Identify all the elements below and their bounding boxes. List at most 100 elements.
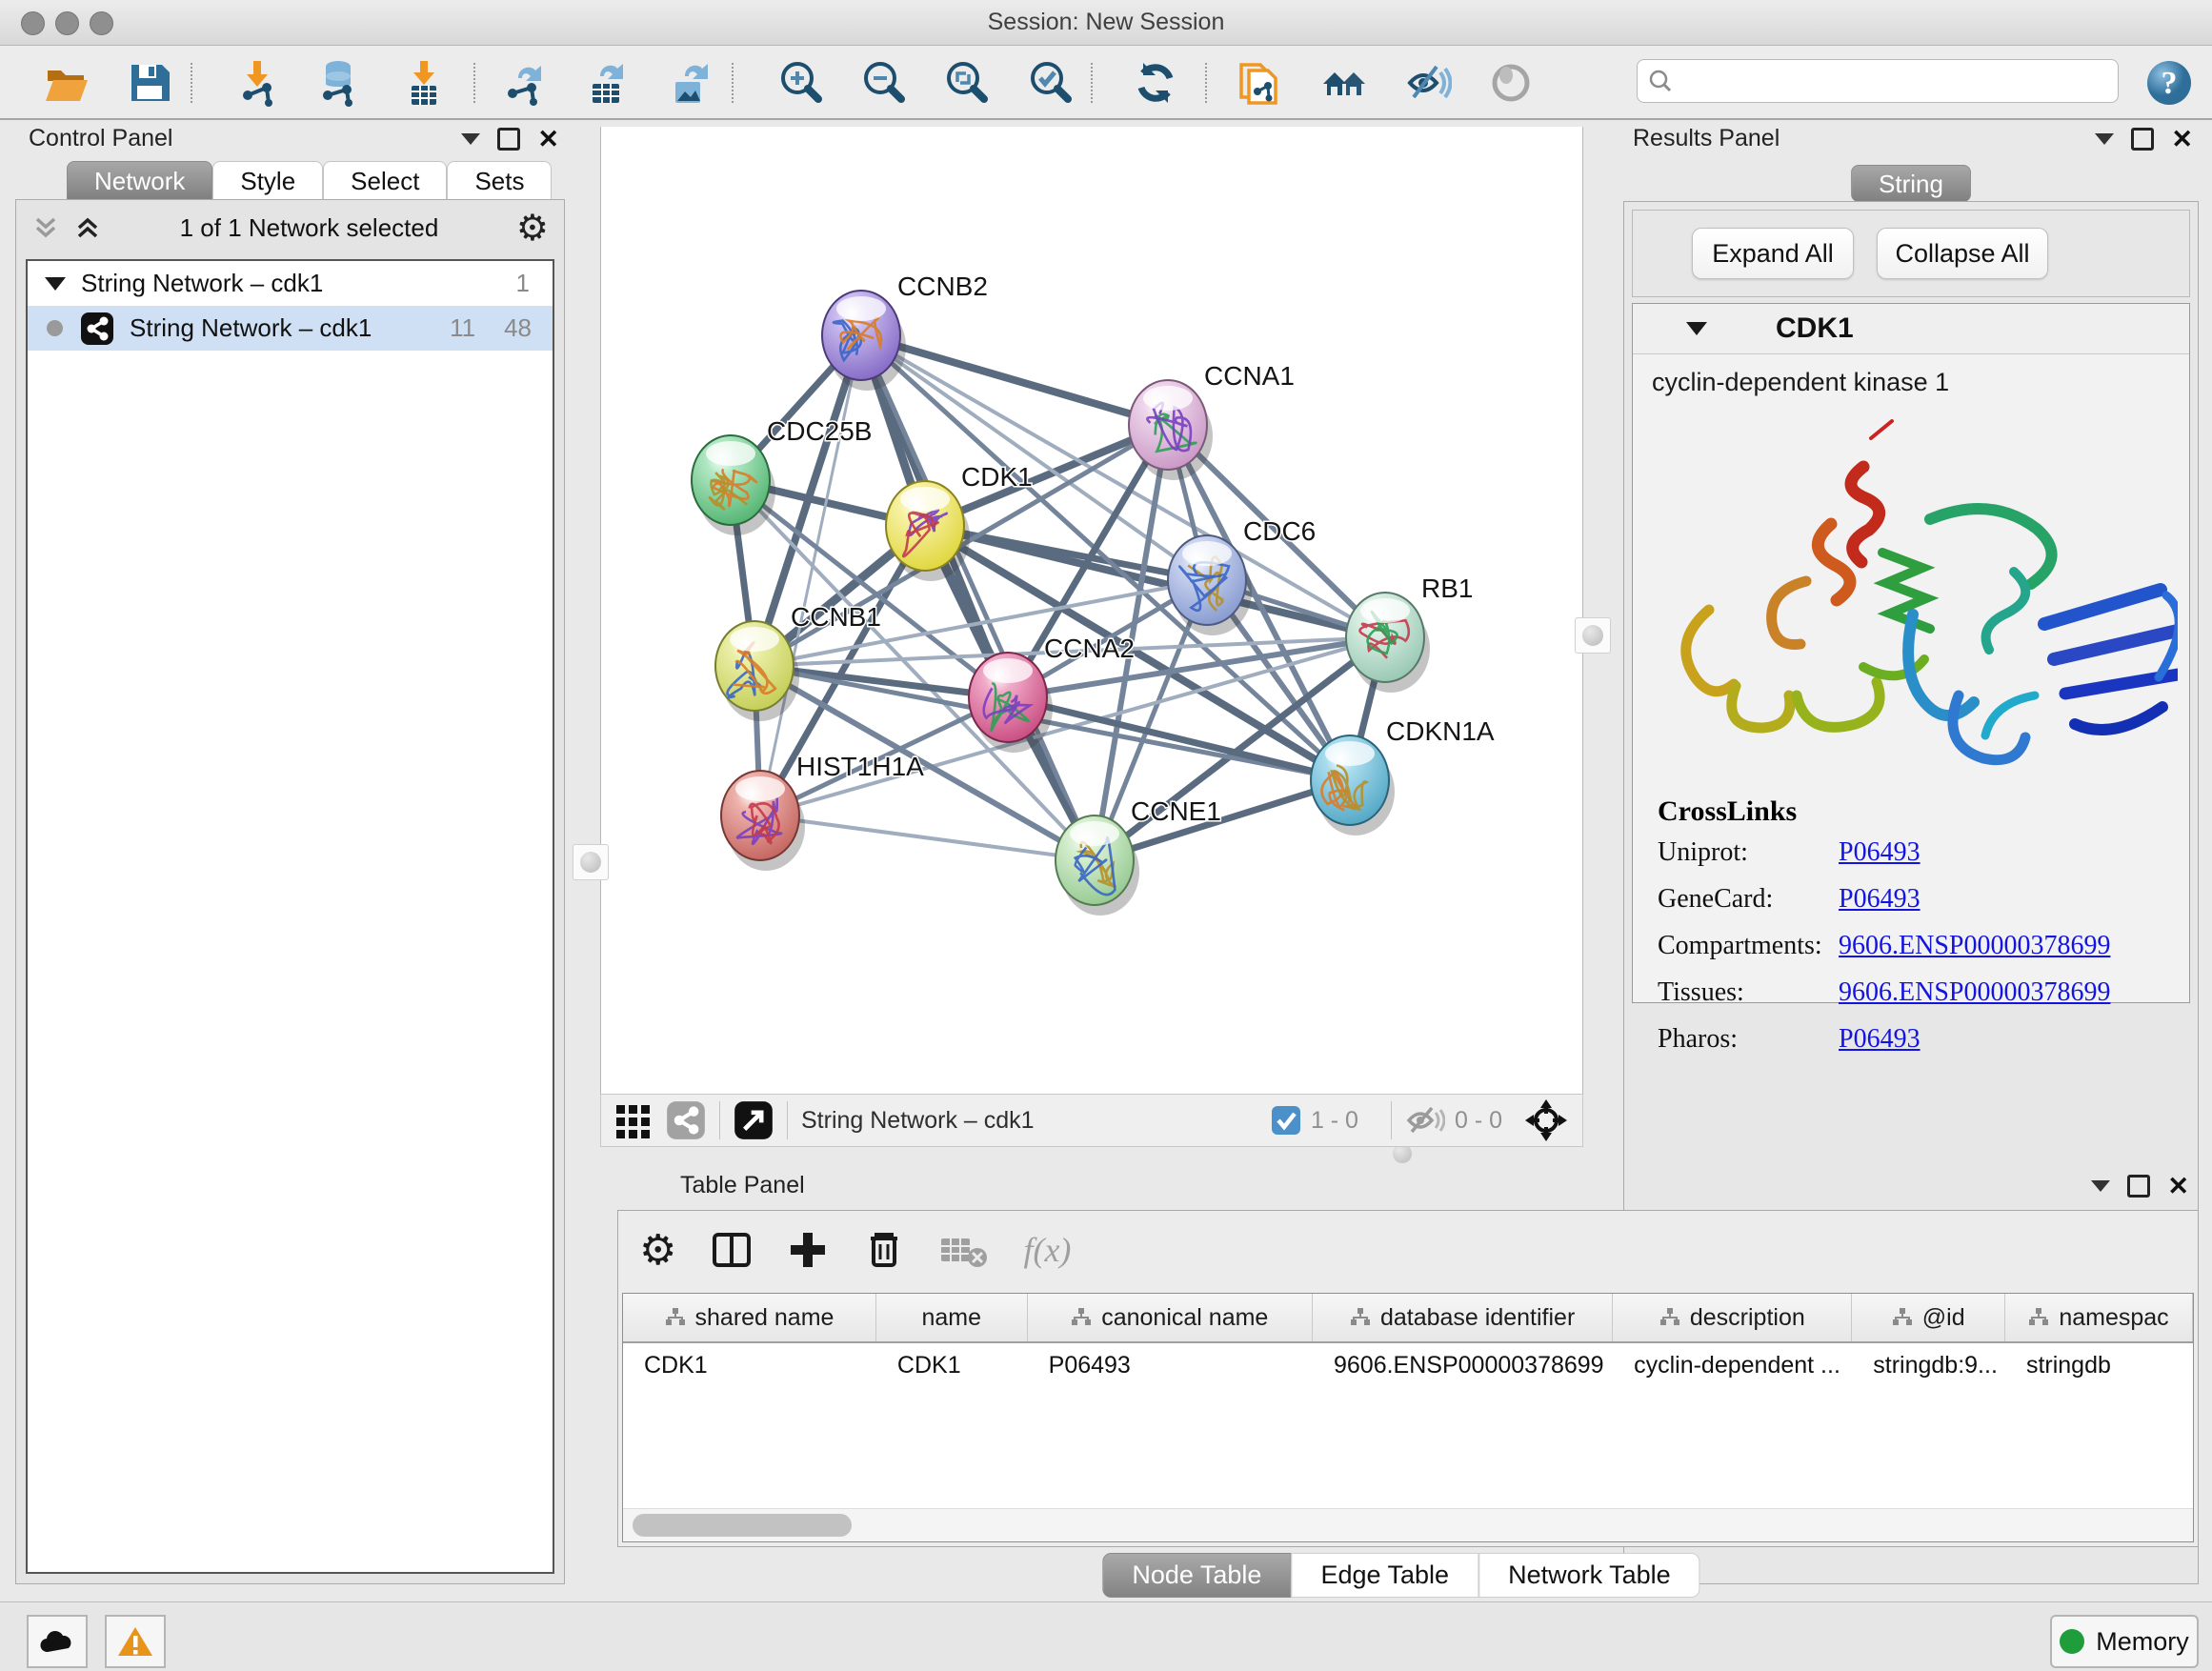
protein-header-row[interactable]: CDK1 [1633,304,2189,354]
save-session-icon[interactable] [126,59,173,107]
crosslink-value-link[interactable]: P06493 [1839,837,1920,868]
memory-button[interactable]: Memory [2050,1615,2199,1668]
column-header-namespac[interactable]: namespac [2005,1294,2193,1341]
float-panel-icon[interactable] [2091,1180,2110,1192]
network-view-canvas[interactable]: CCNB2CCNA1CDC25BCDK1CDC6RB1CCNB1CCNA2CDK… [600,127,1583,1094]
search-input[interactable] [1637,59,2119,103]
node-label-rb1: RB1 [1421,574,1473,603]
column-header-shared-name[interactable]: shared name [623,1294,876,1341]
crosslink-value-link[interactable]: P06493 [1839,884,1920,915]
show-columns-icon[interactable] [711,1229,753,1271]
float-panel-icon[interactable] [2095,133,2114,145]
hide-graphics-details-icon[interactable] [1404,59,1452,107]
import-network-icon[interactable] [234,59,282,107]
tab-network[interactable]: Network [67,161,212,200]
crosslink-value-link[interactable]: 9606.ENSP00000378699 [1839,977,2110,1008]
network-node-cdkn1a[interactable]: CDKN1A [1311,716,1495,836]
maximize-panel-icon[interactable] [497,128,520,151]
warnings-button[interactable] [105,1615,166,1668]
maximize-panel-icon[interactable] [2127,1175,2150,1198]
close-panel-icon[interactable]: ✕ [2171,131,2193,148]
network-edge[interactable] [760,335,861,815]
network-options-gear-icon[interactable]: ⚙ [516,207,549,250]
tab-edge-table[interactable]: Edge Table [1291,1553,1478,1598]
table-cell[interactable]: 9606.ENSP00000378699 [1313,1352,1613,1379]
tab-sets[interactable]: Sets [447,161,552,200]
reset-view-crosshair-icon[interactable] [1523,1097,1569,1143]
open-in-window-icon[interactable] [734,1100,774,1140]
zoom-fit-icon[interactable] [942,59,990,107]
network-row-selected[interactable]: String Network – cdk1 11 48 [28,306,553,351]
add-column-icon[interactable] [787,1229,829,1271]
search-field[interactable] [1674,67,2118,95]
column-header-canonical-name[interactable]: canonical name [1028,1294,1313,1341]
table-cell[interactable]: CDK1 [623,1352,876,1379]
float-panel-icon[interactable] [461,133,480,145]
tab-string[interactable]: String [1851,165,1971,202]
maximize-panel-icon[interactable] [2131,128,2154,151]
open-session-icon[interactable] [42,59,90,107]
network-node-ccne1[interactable]: CCNE1 [1056,796,1221,916]
column-header-database-identifier[interactable]: database identifier [1313,1294,1613,1341]
export-image-icon[interactable] [666,59,714,107]
right-splitter-handle[interactable] [1575,617,1611,654]
collection-expand-icon[interactable] [45,277,66,291]
help-icon[interactable]: ? [2145,59,2193,107]
table-cell[interactable]: CDK1 [876,1352,1028,1379]
horizontal-scrollbar[interactable] [623,1508,2193,1541]
tab-select[interactable]: Select [323,161,447,200]
expand-all-icon[interactable] [73,213,102,242]
selected-nodes-checkbox-icon[interactable] [1271,1105,1301,1136]
scrollbar-thumb[interactable] [633,1514,852,1537]
statusbar-separator [1391,1101,1392,1139]
protein-collapse-icon[interactable] [1686,322,1707,335]
expand-all-button[interactable]: Expand All [1692,228,1854,279]
crosslink-value-link[interactable]: 9606.ENSP00000378699 [1839,931,2110,961]
delete-column-icon[interactable] [863,1229,905,1271]
zoom-in-icon[interactable] [776,59,824,107]
tab-node-table[interactable]: Node Table [1102,1553,1291,1598]
table-cell[interactable]: P06493 [1028,1352,1313,1379]
crosslink-label: Uniprot: [1658,837,1839,868]
tab-label: Network Table [1508,1560,1671,1590]
network-share-gray-icon[interactable] [666,1100,706,1140]
hidden-eye-icon[interactable] [1405,1103,1445,1137]
column-type-icon [2028,1307,2049,1328]
birds-eye-view-icon[interactable] [614,1101,653,1139]
import-table-icon[interactable] [400,59,448,107]
crosslink-value-link[interactable]: P06493 [1839,1024,1920,1055]
network-edge[interactable] [760,815,1095,860]
import-network-from-database-icon[interactable] [314,59,362,107]
collapse-all-icon[interactable] [31,213,60,242]
network-node-hist1h1a[interactable]: HIST1H1A [721,752,924,871]
close-panel-icon[interactable]: ✕ [537,131,559,148]
tab-network-table[interactable]: Network Table [1478,1553,1700,1598]
network-node-rb1[interactable]: RB1 [1346,574,1473,693]
home-networks-icon[interactable] [1320,59,1368,107]
table-options-gear-icon[interactable]: ⚙ [639,1226,676,1275]
tab-style[interactable]: Style [212,161,323,200]
table-cell[interactable]: stringdb:9... [1852,1352,2005,1379]
table-cell[interactable]: cyclin-dependent ... [1613,1352,1852,1379]
zoom-selected-icon[interactable] [1026,59,1074,107]
cloud-button[interactable] [27,1615,88,1668]
network-node-ccna1[interactable]: CCNA1 [1129,361,1295,480]
column-header--id[interactable]: @id [1852,1294,2005,1341]
collection-label: String Network – cdk1 [81,269,516,298]
export-table-icon[interactable] [583,59,631,107]
column-type-icon [665,1307,686,1328]
node-label-ccna1: CCNA1 [1204,361,1295,391]
close-panel-icon[interactable]: ✕ [2167,1178,2189,1195]
column-header-name[interactable]: name [876,1294,1028,1341]
left-splitter-handle[interactable] [573,844,609,880]
export-network-icon[interactable] [501,59,549,107]
copy-network-document-icon[interactable] [1236,59,1283,107]
refresh-icon[interactable] [1132,59,1179,107]
column-header-description[interactable]: description [1613,1294,1852,1341]
network-edge[interactable] [861,335,1095,860]
network-collection-row[interactable]: String Network – cdk1 1 [28,261,553,306]
table-cell[interactable]: stringdb [2005,1352,2193,1379]
table-row[interactable]: CDK1CDK1P064939606.ENSP00000378699cyclin… [623,1343,2193,1387]
zoom-out-icon[interactable] [859,59,907,107]
collapse-all-button[interactable]: Collapse All [1877,228,2048,279]
